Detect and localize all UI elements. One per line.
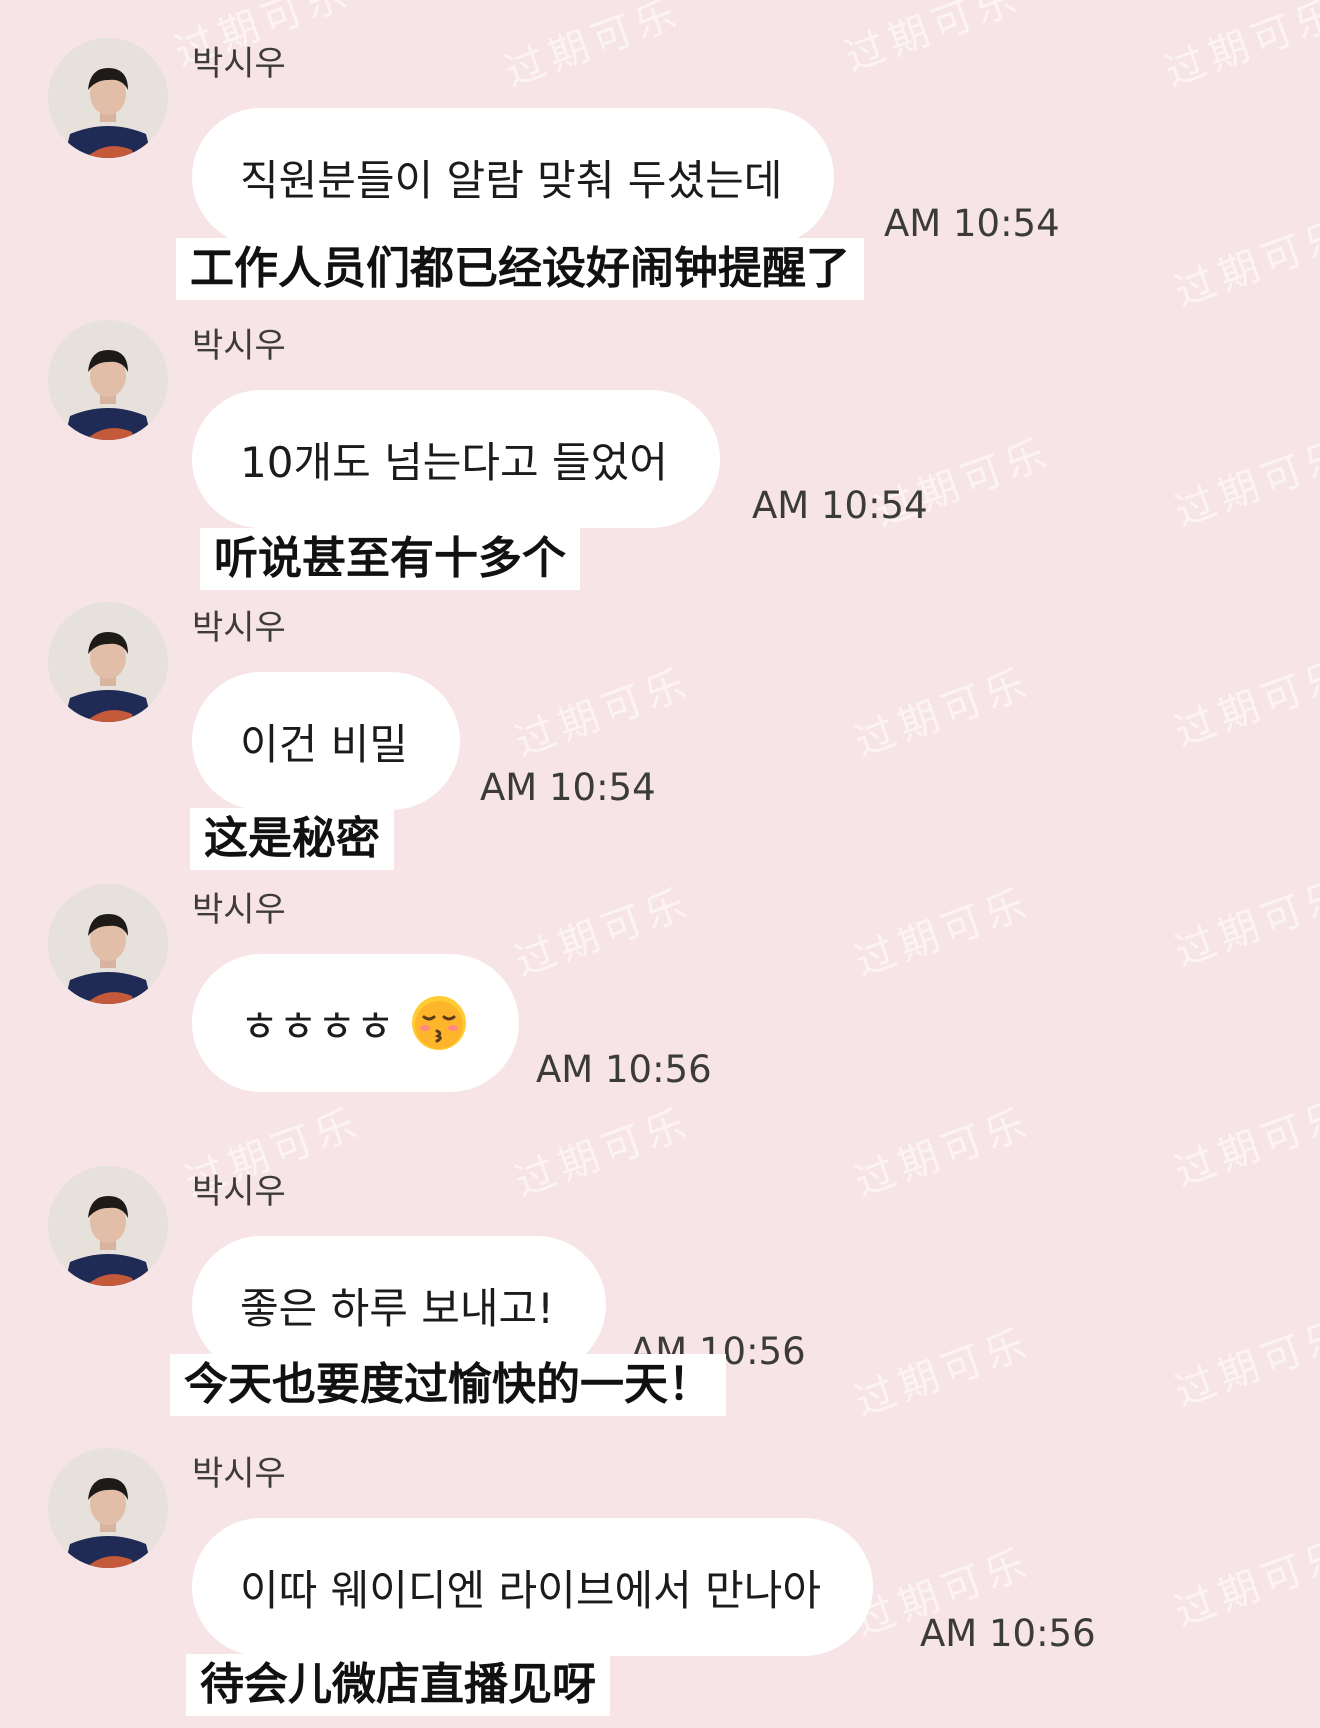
avatar-photo-icon	[48, 38, 168, 158]
sender-name: 박시우	[192, 44, 286, 84]
message-bubble[interactable]: 직원분들이 알람 맞춰 두셨는데	[192, 108, 835, 246]
avatar[interactable]	[48, 38, 168, 158]
kissing-face-emoji-icon	[411, 996, 466, 1050]
avatar-photo-icon	[48, 320, 168, 440]
message-bubble[interactable]: 이건 비밀	[192, 672, 460, 810]
sender-name: 박시우	[192, 608, 286, 648]
avatar[interactable]	[48, 1448, 168, 1568]
chat-message: 박시우 이따 웨이디엔 라이브에서 만나아 AM 10:56 待会儿微店直播见呀	[0, 1446, 1320, 1728]
message-text: 10개도 넘는다고 들었어	[240, 437, 668, 487]
message-time: AM 10:54	[884, 202, 1060, 245]
avatar-photo-icon	[48, 602, 168, 722]
avatar[interactable]	[48, 602, 168, 722]
avatar[interactable]	[48, 1166, 168, 1286]
sender-name: 박시우	[192, 1172, 286, 1212]
message-time: AM 10:56	[536, 1048, 712, 1091]
chat-message: 박시우 좋은 하루 보내고! AM 10:56 今天也要度过愉快的一天！	[0, 1164, 1320, 1446]
translation-caption: 今天也要度过愉快的一天！	[170, 1354, 726, 1416]
sender-name: 박시우	[192, 326, 286, 366]
avatar-photo-icon	[48, 884, 168, 1004]
message-text: 이건 비밀	[240, 719, 408, 769]
translation-caption: 工作人员们都已经设好闹钟提醒了	[176, 238, 864, 300]
chat-message: 박시우 직원분들이 알람 맞춰 두셨는데 AM 10:54 工作人员们都已经设好…	[0, 36, 1320, 318]
message-bubble[interactable]: 이따 웨이디엔 라이브에서 만나아	[192, 1518, 874, 1656]
translation-caption: 听说甚至有十多个	[200, 528, 580, 590]
translation-caption: 这是秘密	[190, 808, 394, 870]
chat-message: 박시우 ㅎㅎㅎㅎ AM 10:56	[0, 882, 1320, 1164]
avatar-photo-icon	[48, 1448, 168, 1568]
message-time: AM 10:56	[920, 1612, 1096, 1655]
message-text: 좋은 하루 보내고!	[240, 1283, 555, 1333]
avatar[interactable]	[48, 884, 168, 1004]
message-bubble[interactable]: 10개도 넘는다고 들었어	[192, 390, 720, 528]
avatar-photo-icon	[48, 1166, 168, 1286]
translation-caption: 待会儿微店直播见呀	[186, 1654, 610, 1716]
chat-message: 박시우 이건 비밀 AM 10:54 这是秘密	[0, 600, 1320, 882]
message-text: 이따 웨이디엔 라이브에서 만나아	[240, 1565, 822, 1615]
avatar[interactable]	[48, 320, 168, 440]
sender-name: 박시우	[192, 1454, 286, 1494]
message-time: AM 10:54	[752, 484, 928, 527]
sender-name: 박시우	[192, 890, 286, 930]
chat-message: 박시우 10개도 넘는다고 들었어 AM 10:54 听说甚至有十多个	[0, 318, 1320, 600]
message-text: 직원분들이 알람 맞춰 두셨는데	[240, 155, 783, 205]
message-text: ㅎㅎㅎㅎ	[240, 1001, 395, 1051]
message-bubble[interactable]: ㅎㅎㅎㅎ	[192, 954, 519, 1092]
message-time: AM 10:54	[480, 766, 656, 809]
